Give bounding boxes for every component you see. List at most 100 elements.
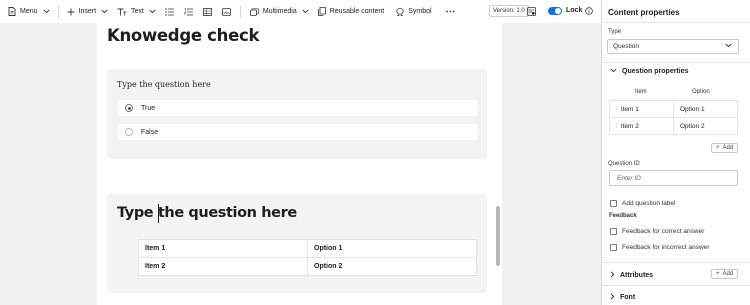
chevron-down-icon [43, 9, 50, 14]
checkbox[interactable] [610, 244, 617, 251]
reusable-content-icon [317, 7, 326, 16]
toolbar-divider [57, 5, 59, 18]
table-cell-option[interactable]: Option 1 [673, 100, 738, 118]
omega-icon [396, 7, 404, 16]
question-id-label: Question ID [608, 161, 640, 167]
table-cell-item[interactable]: ⁞ Item 1 [609, 100, 674, 118]
panel-divider [601, 285, 750, 286]
section-title: Question properties [622, 68, 689, 75]
table-button[interactable] [202, 0, 212, 23]
add-item-label: Add [722, 145, 734, 151]
chevron-down-icon [149, 9, 156, 14]
version-badge[interactable]: Version: 1.0 [489, 5, 529, 17]
chevron-down-icon [725, 43, 732, 50]
font-section-toggle[interactable]: Font [610, 293, 635, 302]
question-items-table: ⁞ Item 1 Option 1 ⁞ Item 2 Option 2 [609, 100, 738, 135]
plus-icon: + [716, 271, 720, 277]
question-id-input[interactable]: Enter ID [609, 170, 738, 186]
table-cell-item[interactable]: Item 2 [138, 257, 308, 276]
radio-button-selected[interactable] [125, 104, 133, 112]
reusable-content-button[interactable]: Reusable content [317, 0, 385, 23]
reusable-content-label: Reusable content [329, 8, 385, 15]
image-icon [221, 7, 231, 16]
text-cursor [158, 204, 159, 223]
image-button[interactable] [221, 0, 231, 23]
panel-divider [601, 22, 750, 23]
chevron-down-icon [302, 9, 309, 14]
chevron-down-icon [101, 9, 108, 14]
answer-option-false[interactable]: False [118, 124, 477, 140]
item-text: Item 2 [620, 122, 639, 130]
table-cell-option[interactable]: Option 2 [307, 257, 477, 276]
multimedia-button[interactable]: Multimedia [249, 0, 309, 23]
table-cell-item[interactable]: ⁞ Item 2 [609, 117, 674, 135]
question-prompt[interactable]: Type the question here [117, 80, 211, 89]
text-label: Text [131, 8, 144, 15]
numbered-list-icon [183, 7, 193, 16]
question-properties-section-toggle[interactable]: Question properties [610, 68, 689, 75]
menu-button[interactable]: Menu [8, 0, 50, 23]
answer-option-true[interactable]: True [118, 100, 477, 116]
panel-divider [601, 262, 750, 263]
insert-button[interactable]: Insert [67, 0, 109, 23]
editor-scrollbar[interactable] [496, 206, 500, 266]
lock-label: Lock [566, 7, 583, 14]
attributes-section-toggle[interactable]: Attributes [610, 271, 653, 280]
feedback-incorrect-checkbox-row[interactable]: Feedback for incorrect answer [610, 244, 709, 251]
column-header-item: Item [635, 89, 647, 95]
menu-label: Menu [20, 8, 38, 15]
insert-label: Insert [78, 8, 97, 15]
lock-toggle[interactable] [548, 7, 562, 15]
checkbox[interactable] [610, 228, 617, 235]
item-text: Item 1 [620, 105, 639, 113]
checkbox-label: Feedback for correct answer [622, 228, 705, 235]
answer-option-label: True [141, 104, 156, 112]
table-row[interactable]: ⁞ Item 1 Option 1 [609, 100, 738, 118]
more-options-button[interactable] [445, 0, 455, 23]
info-icon[interactable] [585, 7, 593, 17]
multimedia-icon [249, 7, 259, 16]
table-cell-option[interactable]: Option 2 [673, 117, 738, 135]
add-question-label-checkbox-row[interactable]: Add question label [610, 200, 676, 207]
table-icon [202, 7, 212, 16]
type-select-value: Question [613, 43, 640, 50]
version-history-icon[interactable] [527, 7, 536, 18]
feedback-correct-checkbox-row[interactable]: Feedback for correct answer [610, 228, 704, 235]
matching-table: Item 1 Option 1 Item 2 Option 2 [138, 239, 477, 276]
text-format-icon [117, 8, 127, 16]
table-cell-item[interactable]: Item 1 [138, 239, 308, 258]
type-select[interactable]: Question [607, 39, 739, 54]
text-button[interactable]: Text [117, 0, 156, 23]
chevron-right-icon [610, 271, 615, 280]
table-row[interactable]: ⁞ Item 2 Option 2 [609, 117, 738, 135]
plus-icon: + [716, 145, 720, 151]
drag-handle-icon[interactable]: ⁞ [616, 106, 618, 113]
numbered-list-button[interactable] [183, 0, 193, 23]
add-attribute-button[interactable]: + Add [711, 269, 739, 279]
question-title[interactable]: Type the question here [117, 205, 297, 221]
multimedia-label: Multimedia [262, 8, 297, 15]
symbol-label: Symbol [408, 8, 432, 15]
plus-icon [67, 8, 75, 16]
page-title[interactable]: Knowedge check [107, 26, 259, 45]
add-item-button[interactable]: + Add [711, 143, 739, 153]
checkbox-label: Add question label [622, 200, 676, 207]
radio-button[interactable] [125, 128, 133, 136]
bulleted-list-icon [165, 7, 174, 16]
symbol-button[interactable]: Symbol [396, 0, 432, 23]
feedback-heading: Feedback [609, 213, 637, 219]
answer-option-label: False [141, 128, 159, 136]
table-cell-option[interactable]: Option 1 [307, 239, 477, 258]
type-label: Type [608, 29, 622, 35]
bulleted-list-button[interactable] [165, 0, 174, 23]
drag-handle-icon[interactable]: ⁞ [616, 123, 618, 130]
document-icon [8, 7, 16, 16]
table-row: Item 1 Option 1 [138, 239, 477, 258]
checkbox-label: Feedback for incorrect answer [622, 244, 710, 251]
column-header-option: Option [692, 89, 710, 95]
checkbox[interactable] [610, 200, 617, 207]
panel-divider [601, 62, 750, 63]
table-row: Item 2 Option 2 [138, 257, 477, 276]
panel-title: Content properties [608, 8, 680, 17]
toolbar-divider [239, 5, 241, 18]
